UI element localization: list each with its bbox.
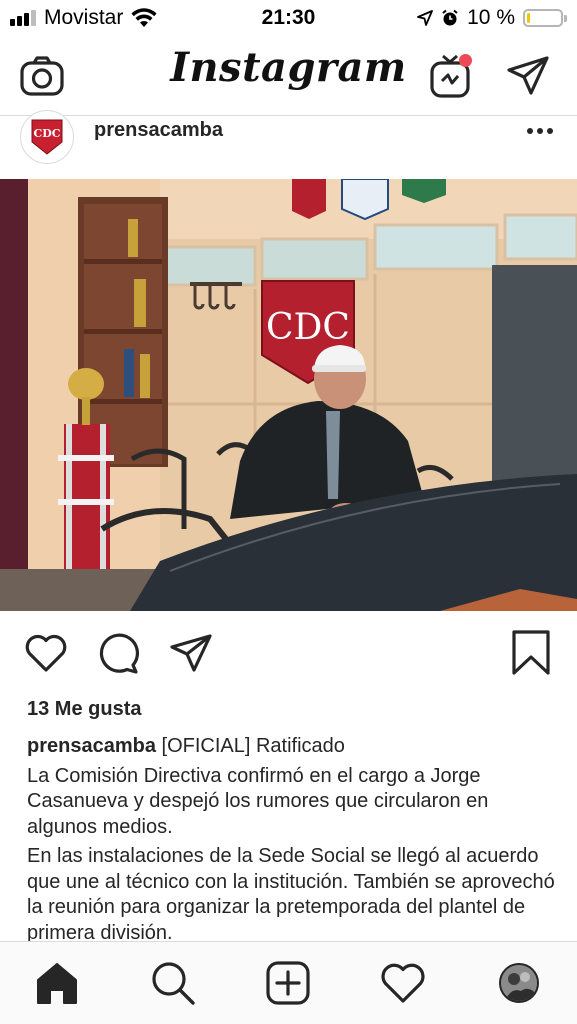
caption-title: [OFICIAL] Ratificado — [155, 735, 345, 757]
app-header: Instagram — [0, 38, 577, 116]
notification-dot — [459, 54, 472, 67]
club-crest-icon: CDC — [31, 119, 63, 155]
post-caption: prensacamba [OFICIAL] Ratificado La Comi… — [27, 734, 557, 946]
post-header: CDC prensacamba — [0, 110, 577, 178]
new-post-icon[interactable] — [263, 958, 313, 1008]
caption-username[interactable]: prensacamba — [27, 735, 156, 757]
bookmark-icon[interactable] — [508, 630, 554, 676]
activity-icon[interactable] — [378, 958, 428, 1008]
alarm-icon — [442, 9, 458, 26]
post-username[interactable]: prensacamba — [94, 119, 223, 142]
home-icon[interactable] — [32, 958, 82, 1008]
banner-text: CDC — [266, 307, 350, 348]
share-icon[interactable] — [168, 630, 214, 676]
igtv-icon[interactable] — [426, 52, 474, 100]
bottom-nav — [0, 941, 577, 1024]
caption-paragraph-1: La Comisión Directiva confirmó en el car… — [27, 764, 489, 838]
comment-icon[interactable] — [96, 630, 142, 676]
svg-text:CDC: CDC — [33, 127, 60, 140]
heart-icon[interactable] — [23, 630, 69, 676]
post-photo[interactable]: CDC — [0, 179, 577, 611]
instagram-logo[interactable]: Instagram — [0, 44, 577, 91]
post-actions — [0, 630, 577, 680]
status-bar: Movistar 21:30 10 % — [0, 0, 577, 38]
post-author-avatar[interactable]: CDC — [20, 110, 74, 164]
status-right: 10 % — [417, 6, 567, 30]
direct-message-icon[interactable] — [504, 52, 552, 100]
photo-scene: CDC — [0, 179, 577, 611]
search-icon[interactable] — [148, 958, 198, 1008]
more-options-icon[interactable] — [527, 128, 553, 134]
battery-percent: 10 % — [467, 6, 515, 29]
profile-tab[interactable] — [494, 958, 544, 1008]
caption-paragraph-2: En las instalaciones de la Sede Social s… — [27, 845, 555, 944]
location-arrow-icon — [417, 10, 434, 26]
like-count[interactable]: 13 Me gusta — [27, 698, 141, 721]
battery-icon — [523, 9, 567, 27]
profile-avatar[interactable] — [499, 963, 539, 1003]
